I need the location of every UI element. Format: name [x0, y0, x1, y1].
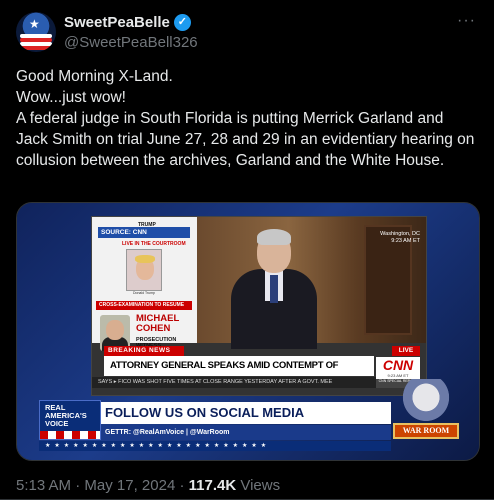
photo-caption: Donald Trump [133, 291, 155, 295]
display-name[interactable]: SweetPeaBelle [64, 14, 170, 31]
views-count: 117.4K [188, 477, 237, 494]
headline-chyron: ATTORNEY GENERAL SPEAKS AMID CONTEMPT OF… [104, 356, 374, 391]
source-tag: SOURCE: CNN TRUMP [98, 222, 190, 238]
hallway-scene: Washington, DC 9:23 AM ET [197, 217, 426, 349]
views-label: Views [240, 477, 281, 494]
photo-hair [135, 255, 155, 263]
top-label: TRUMP [138, 222, 156, 228]
real-americas-voice-logo: REAL AMERICA'S VOICE [39, 400, 101, 440]
verified-badge-icon[interactable]: ✓ [173, 14, 191, 31]
tweet-text-line: A federal judge in South Florida is putt… [16, 110, 475, 169]
tweet-video[interactable]: Washington, DC 9:23 AM ET SOURCE: CNN TR… [16, 202, 480, 461]
eagle-icon [399, 379, 453, 425]
cnn-logo: CNN 9:23 AM ET [376, 357, 420, 379]
tweet-text: Good Morning X-Land. Wow...just wow! A f… [16, 66, 476, 171]
tweet-time[interactable]: 5:13 AM [16, 477, 71, 494]
avatar[interactable]: ★ [16, 12, 56, 52]
news-ticker: SAYS ▸ FICO WAS SHOT FIVE TIMES AT CLOSE… [92, 377, 376, 388]
photo-face [106, 320, 124, 340]
social-handles-bar: GETTR: @RealAmVoice | @WarRoom [101, 425, 391, 440]
meta-separator: · [75, 477, 81, 494]
cnn-logo-text: CNN [382, 357, 414, 373]
trump-photo [126, 249, 162, 291]
tweet-text-line: Wow...just wow! [16, 89, 126, 106]
flag-stripe [40, 431, 100, 439]
courtroom-side-panel: SOURCE: CNN TRUMP LIVE IN THE COURTROOM … [92, 217, 197, 351]
location-label: Washington, DC [380, 231, 420, 237]
tweet: ★ SweetPeaBelle ✓ @SweetPeaBell326 ··· G… [0, 0, 494, 500]
live-courtroom-label: LIVE IN THE COURTROOM [122, 241, 186, 247]
witness-name: MICHAEL COHEN [136, 314, 179, 334]
author-name-row: SweetPeaBelle ✓ [64, 14, 191, 31]
tweet-text-line: Good Morning X-Land. [16, 68, 173, 85]
handle[interactable]: @SweetPeaBell326 [64, 34, 198, 51]
location-clock: Washington, DC 9:23 AM ET [380, 231, 420, 245]
witness-last-name: COHEN [136, 323, 171, 334]
speaker-tie [270, 275, 278, 303]
avatar-stripe [20, 46, 52, 50]
cross-exam-bar: CROSS-EXAMINATION TO RESUME [96, 301, 192, 310]
speaker-hair [257, 229, 291, 245]
war-room-logo: WAR ROOM [389, 379, 463, 445]
meta-separator: · [179, 477, 185, 494]
more-options-icon[interactable]: ··· [457, 12, 476, 30]
follow-us-banner: FOLLOW US ON SOCIAL MEDIA [101, 402, 391, 424]
tweet-date[interactable]: May 17, 2024 [84, 477, 175, 494]
avatar-star-icon: ★ [29, 17, 40, 31]
war-room-plate: WAR ROOM [393, 423, 459, 439]
cnn-logo-time: 9:23 AM ET [387, 373, 409, 378]
tweet-meta: 5:13 AM · May 17, 2024 · 117.4K Views [16, 477, 280, 494]
star-strip: ★★★★★★★★★★★★★★★★★★★★★★★★ [39, 441, 391, 451]
clock-label: 9:23 AM ET [391, 238, 420, 244]
breaking-news-tag: BREAKING NEWS [104, 346, 184, 356]
rav-logo-line: VOICE [45, 419, 69, 428]
live-tag: LIVE [392, 346, 420, 356]
cnn-broadcast-screen: Washington, DC 9:23 AM ET SOURCE: CNN TR… [91, 216, 427, 396]
